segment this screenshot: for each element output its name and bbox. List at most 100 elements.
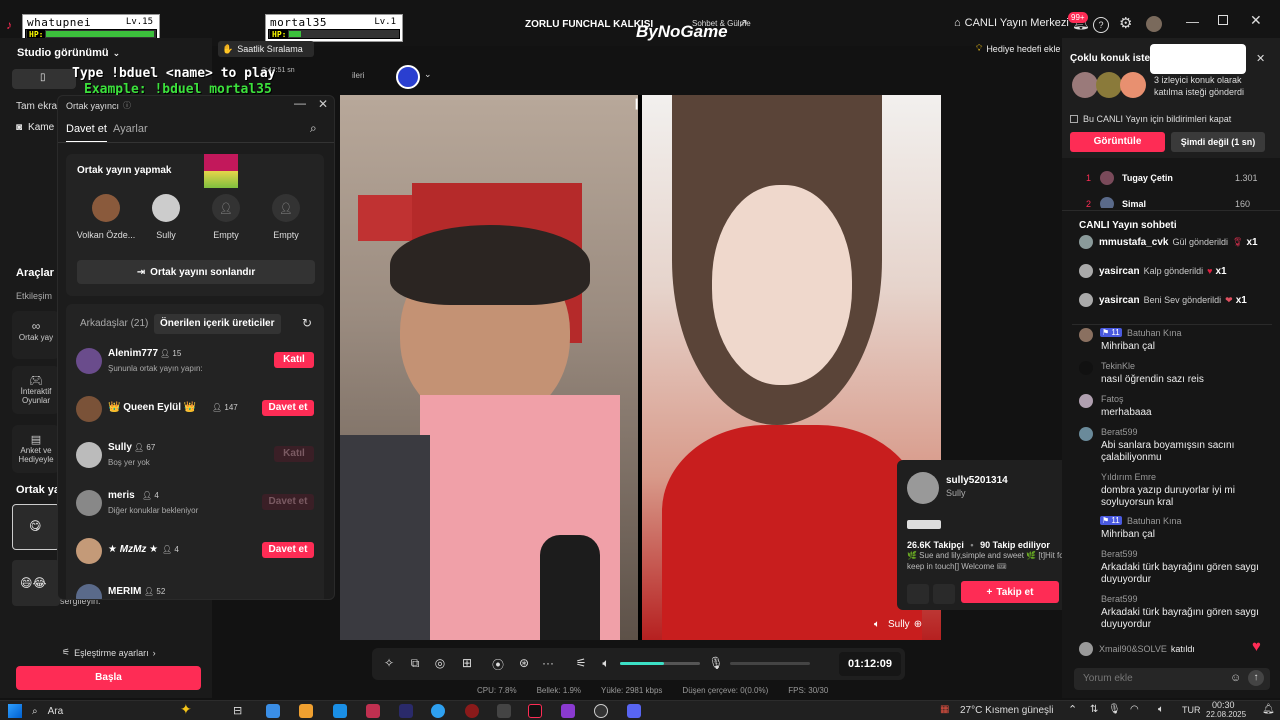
tool-polls[interactable]: ▤ Anket ve Hediyeyle bbox=[12, 425, 60, 473]
gift-user[interactable]: yasircan bbox=[1099, 295, 1140, 306]
app-icon[interactable] bbox=[497, 704, 511, 718]
ranking-row[interactable]: 2 Simal 160 bbox=[1086, 197, 1266, 208]
edge-icon[interactable] bbox=[333, 704, 347, 718]
app-icon[interactable] bbox=[594, 704, 608, 718]
app-icon[interactable] bbox=[366, 704, 380, 718]
app-icon[interactable] bbox=[465, 704, 479, 718]
mute-notifications-option[interactable]: Bu CANLI Yayın için bildirimleri kapat bbox=[1070, 114, 1231, 124]
action-button[interactable] bbox=[933, 584, 955, 604]
task-view-icon[interactable]: ⊟ bbox=[233, 704, 242, 717]
action-button[interactable] bbox=[907, 584, 929, 604]
network-icon[interactable]: ⇅ bbox=[1090, 704, 1098, 715]
like-heart-icon[interactable]: ♥ bbox=[1252, 638, 1261, 655]
tab-friends[interactable]: Arkadaşlar (21) bbox=[80, 318, 148, 329]
cohost-slot-4[interactable]: 👤︎ Empty bbox=[256, 194, 316, 240]
windows-start-icon[interactable] bbox=[8, 704, 22, 718]
tiktok-live-studio-icon[interactable] bbox=[528, 704, 542, 718]
view-button[interactable]: Görüntüle bbox=[1070, 132, 1165, 152]
app-icon[interactable] bbox=[561, 704, 575, 718]
match-settings-link[interactable]: ⚟ Eşleştirme ayarları › bbox=[62, 647, 156, 658]
clock-date[interactable]: 22.08.2025 bbox=[1206, 710, 1246, 719]
chat-username[interactable]: Yıldırım Emre bbox=[1101, 472, 1156, 482]
video-canvas[interactable]: ❙❙ 🔈︎ Sully ⊕ bbox=[340, 95, 941, 640]
close-icon[interactable]: ✕ bbox=[1250, 12, 1262, 29]
camera-settings-icon[interactable]: ◎ bbox=[431, 656, 449, 670]
joined-user[interactable]: Xmail90&SOLVE bbox=[1099, 644, 1167, 654]
add-gift-goal[interactable]: 💡︎ Hediye hedefi ekle bbox=[976, 43, 1060, 54]
chat-username[interactable]: Berat599 bbox=[1101, 427, 1138, 437]
search-icon[interactable]: ⌕ bbox=[310, 121, 317, 136]
chat-username[interactable]: Berat599 bbox=[1101, 594, 1138, 604]
cohost-thumb-1[interactable]: 😋 bbox=[12, 504, 60, 550]
share-icon[interactable]: ↗ bbox=[738, 16, 748, 30]
invite-button[interactable]: Davet et bbox=[262, 494, 314, 510]
tool-cohost[interactable]: ∞ Ortak yay bbox=[12, 311, 60, 359]
full-screen-label[interactable]: Tam ekran bbox=[16, 101, 63, 112]
chat-username[interactable]: TekinKle bbox=[1101, 361, 1135, 371]
chat-username[interactable]: Fatoş bbox=[1101, 394, 1124, 404]
ranking-row[interactable]: 1 Tugay Çetin 1.301 bbox=[1086, 171, 1266, 187]
join-button[interactable]: Katıl bbox=[274, 352, 314, 368]
cohost-slot-2[interactable]: Sully bbox=[136, 194, 196, 240]
send-icon[interactable]: ↑ bbox=[1248, 670, 1264, 686]
chat-username[interactable]: Batuhan Kına bbox=[1127, 328, 1182, 338]
cohost-slot-3[interactable]: 👤︎ Empty bbox=[196, 194, 256, 240]
copilot-sparkle-icon[interactable]: ✦ bbox=[180, 701, 192, 718]
tab-invite[interactable]: Davet et bbox=[66, 123, 107, 143]
comment-input[interactable]: Yorum ekle ☺ ↑ bbox=[1074, 668, 1270, 690]
close-icon[interactable]: ✕ bbox=[1256, 52, 1265, 65]
more-icon[interactable]: ··· bbox=[539, 656, 557, 670]
speaker-tray-icon[interactable]: 🔈︎ bbox=[1158, 704, 1164, 715]
gift-user[interactable]: mmustafa_cvk bbox=[1099, 237, 1168, 248]
browser-icon[interactable] bbox=[431, 704, 445, 718]
guest-name-tag[interactable]: 🔈︎ Sully ⊕ bbox=[874, 619, 922, 630]
profile-avatar[interactable] bbox=[907, 472, 939, 504]
studio-view-dropdown[interactable]: Studio görünümü ⌄ bbox=[17, 47, 120, 59]
refresh-icon[interactable]: ↻ bbox=[302, 316, 312, 330]
gear-icon[interactable]: ⚙ bbox=[1119, 14, 1132, 32]
bot-avatar[interactable] bbox=[396, 65, 420, 89]
live-center-link[interactable]: ⌂ CANLI Yayın Merkezi bbox=[954, 17, 1069, 29]
join-button[interactable]: Katıl bbox=[274, 446, 314, 462]
help-icon[interactable]: ? bbox=[1093, 17, 1109, 33]
close-icon[interactable]: ✕ bbox=[318, 97, 328, 111]
tab-settings[interactable]: Ayarlar bbox=[113, 123, 148, 135]
hourly-ranking-chip[interactable]: ✋ Saatlik Sıralama bbox=[218, 41, 314, 57]
layout-icon[interactable]: ⧉ bbox=[406, 656, 424, 671]
profile-avatar[interactable] bbox=[1146, 16, 1162, 32]
magic-wand-icon[interactable]: ✧ bbox=[380, 656, 398, 670]
not-now-button[interactable]: Şimdi değil (1 sn) bbox=[1171, 132, 1265, 152]
clock-time[interactable]: 00:30 bbox=[1212, 700, 1235, 710]
volume-slider[interactable] bbox=[620, 662, 700, 665]
start-button[interactable]: Başla bbox=[16, 666, 201, 690]
record-icon[interactable]: ⦿ bbox=[489, 656, 507, 673]
end-cohost-button[interactable]: ⇥ Ortak yayını sonlandır bbox=[77, 260, 315, 284]
gift-user[interactable]: yasircan bbox=[1099, 266, 1140, 277]
weather-label[interactable]: 27°C Kısmen güneşli bbox=[960, 705, 1054, 716]
info-icon[interactable]: ⓘ bbox=[123, 100, 131, 111]
minimize-icon[interactable]: — bbox=[1186, 14, 1199, 29]
minimize-icon[interactable]: — bbox=[294, 96, 306, 110]
camera-source[interactable]: ◙ Kame bbox=[16, 122, 54, 133]
discord-icon[interactable] bbox=[627, 704, 641, 718]
checkbox[interactable] bbox=[1070, 115, 1078, 123]
language-indicator[interactable]: TUR bbox=[1182, 705, 1201, 715]
invite-button[interactable]: Davet et bbox=[262, 400, 314, 416]
mic-tray-icon[interactable]: 🎙︎ bbox=[1108, 704, 1121, 715]
chevron-down-icon[interactable]: ⌄ bbox=[424, 69, 432, 80]
portrait-toggle[interactable]: ▯ bbox=[12, 69, 76, 89]
cohost-slot-1[interactable]: Volkan Özde... bbox=[76, 194, 136, 240]
volume-icon[interactable]: 🔈︎ bbox=[597, 656, 615, 671]
store-icon[interactable] bbox=[266, 704, 280, 718]
sliders-icon[interactable]: ⚟ bbox=[572, 656, 590, 670]
notification-center-icon[interactable]: 🔔︎ bbox=[1262, 704, 1275, 715]
wifi-icon[interactable]: ◠ bbox=[1130, 704, 1139, 715]
tool-games[interactable]: 🎮︎ İnteraktif Oyunlar bbox=[12, 366, 60, 414]
maximize-icon[interactable] bbox=[1218, 15, 1228, 25]
chevron-up-icon[interactable]: ⌃ bbox=[1068, 703, 1077, 716]
mic-slider[interactable] bbox=[730, 662, 810, 665]
chat-username[interactable]: Batuhan Kına bbox=[1127, 516, 1182, 526]
effects-icon[interactable]: ⊛ bbox=[515, 656, 533, 670]
chat-username[interactable]: Berat599 bbox=[1101, 549, 1138, 559]
tab-suggested[interactable]: Önerilen içerik üreticiler bbox=[154, 314, 281, 334]
